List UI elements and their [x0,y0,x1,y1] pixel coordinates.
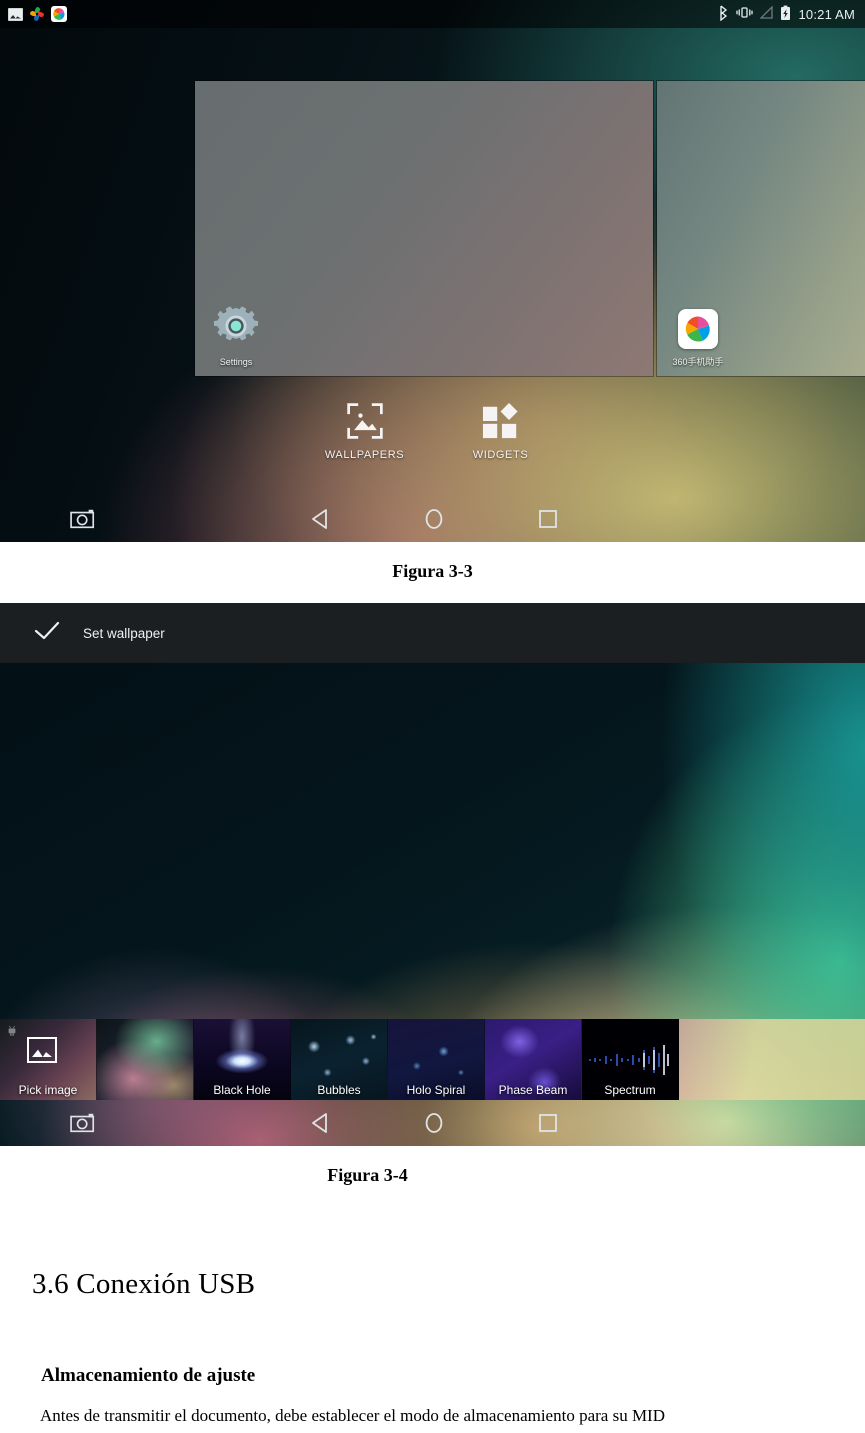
thumbnail-label: Spectrum [604,1083,656,1097]
thumbnail-label: Holo Spiral [406,1083,466,1097]
nav-recents-button[interactable] [520,1100,576,1146]
nav-recents-button[interactable] [520,496,576,542]
check-icon [33,619,61,648]
navigation-bar[interactable] [0,1100,865,1146]
thumbnail-strip-tail [679,1019,865,1100]
notification-icons[interactable] [8,6,67,22]
android-screenshot-wallpaper-picker: Set wallpaper Pick image Black Hole Bubb… [0,603,865,1146]
nav-home-button[interactable] [406,1100,462,1146]
signal-icon [759,4,774,23]
status-bar[interactable]: 10:21 AM [0,0,865,28]
spectrum-waveform-icon [586,1043,674,1077]
clock: 10:21 AM [798,6,855,22]
nav-screenshot-button[interactable] [56,496,112,542]
figure-caption-3-4: Figura 3-4 [327,1165,408,1185]
thumbnail-pick-image[interactable]: Pick image [0,1019,97,1100]
app-360-icon [678,309,718,349]
subsection-heading: Almacenamiento de ajuste [41,1365,256,1386]
nav-screenshot-button[interactable] [56,1100,112,1146]
figure-caption-3-3: Figura 3-3 [392,561,473,581]
pick-image-picture-icon [27,1037,57,1063]
system-status-icons[interactable]: 10:21 AM [718,4,855,24]
android-screenshot-homescreen-edit: 10:21 AM Settings 360手机助手 WALLPAPERS WID… [0,0,865,542]
battery-charging-icon [780,5,791,24]
thumbnail-phase-beam[interactable]: Phase Beam [485,1019,582,1100]
back-triangle-icon [312,1113,327,1133]
recents-square-icon [539,1114,557,1132]
widgets-grid-icon [455,400,547,442]
home-circle-icon [425,509,443,529]
section-heading: 3.6 Conexión USB [32,1268,256,1300]
thumbnail-gradient[interactable] [97,1019,194,1100]
set-wallpaper-action-bar[interactable]: Set wallpaper [0,603,865,663]
widgets-label: WIDGETS [472,449,529,461]
vibrate-icon [736,5,754,23]
homescreen-pane-next[interactable]: 360手机助手 [657,81,865,376]
app-icon-label: 360手机助手 [672,357,724,367]
homescreen-pane-current[interactable]: Settings [195,81,653,376]
app-icon-settings[interactable]: Settings [197,303,275,370]
wallpapers-button[interactable]: WALLPAPERS [319,400,411,461]
thumbnail-label: Black Hole [213,1083,271,1097]
wallpaper-thumbnail-strip[interactable]: Pick image Black Hole Bubbles Holo Spira… [0,1019,865,1100]
body-paragraph: Antes de transmitir el documento, debe e… [40,1406,665,1425]
thumbnail-black-hole[interactable]: Black Hole [194,1019,291,1100]
back-triangle-icon [312,509,327,529]
wallpaper-picture-icon [319,400,411,442]
thumbnail-spectrum[interactable]: Spectrum [582,1019,679,1100]
nav-back-button[interactable] [292,1100,348,1146]
settings-gear-icon [213,303,259,349]
thumbnail-bubbles[interactable]: Bubbles [291,1019,388,1100]
nav-home-button[interactable] [406,496,462,542]
nav-back-button[interactable] [292,496,348,542]
set-wallpaper-label: Set wallpaper [83,625,165,641]
thumbnail-holo-spiral[interactable]: Holo Spiral [388,1019,485,1100]
homescreen-pane-row: Settings 360手机助手 [0,81,865,376]
camera-icon [70,1113,95,1133]
homescreen-edit-actions: WALLPAPERS WIDGETS [0,400,865,461]
navigation-bar[interactable] [0,496,865,542]
wallpapers-label: WALLPAPERS [324,449,405,461]
thumbnail-label: Phase Beam [498,1083,568,1097]
thumbnail-label: Bubbles [317,1083,361,1097]
app-360-notification-icon[interactable] [51,6,67,22]
screenshot-notification-icon[interactable] [8,7,23,21]
app-icon-360-assistant[interactable]: 360手机助手 [659,306,737,370]
recents-square-icon [539,510,557,528]
app-icon-label: Settings [219,357,253,367]
widgets-button[interactable]: WIDGETS [455,400,547,461]
camera-icon [70,509,95,529]
pinwheel-notification-icon[interactable] [29,6,45,22]
thumbnail-label: Pick image [18,1083,78,1097]
home-circle-icon [425,1113,443,1133]
bluetooth-icon [718,4,729,24]
android-robot-icon [6,1024,18,1036]
